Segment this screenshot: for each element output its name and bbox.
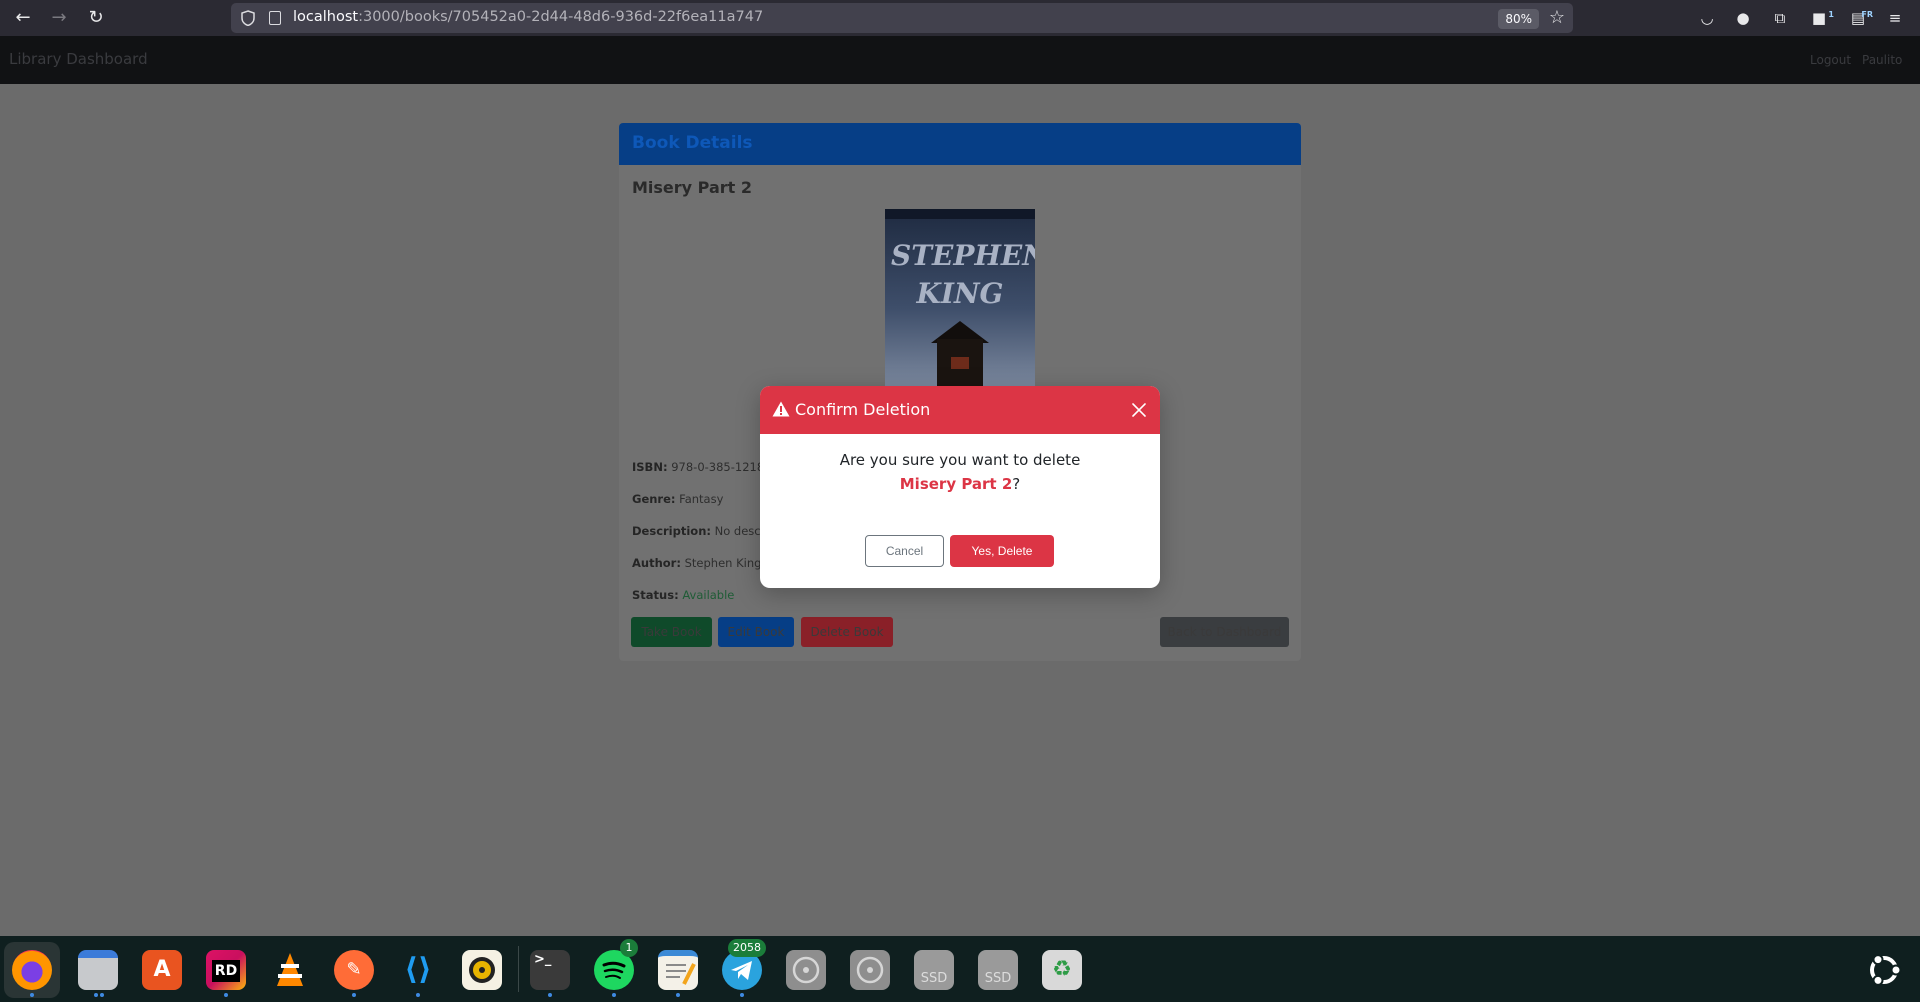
rider-icon: RD [206,950,246,990]
close-icon[interactable] [1130,401,1148,419]
cover-author-text: STEPHEN KING [891,239,1035,310]
browser-toolbar: ← → ↻ localhost:3000/books/705452a0-2d44… [0,0,1920,36]
warning-triangle-icon [772,401,790,417]
confirm-deletion-modal: Confirm Deletion Are you sure you want t… [760,386,1160,588]
dock-item-trash[interactable]: ♻ [1034,942,1090,998]
detail-isbn: ISBN: 978-0-385-1218 [632,460,765,474]
dock-item-disc[interactable] [778,942,834,998]
dock-item-telegram[interactable]: 2058 [714,939,770,998]
text-editor-icon [658,950,698,990]
vscode-icon: ⟨⟩ [404,952,432,987]
ssd-drive-icon-2: SSD [978,950,1018,990]
dock-item-disc-2[interactable] [842,942,898,998]
postman-icon: ✎ [334,950,374,990]
app-navbar: Library Dashboard Logout Paulito [0,36,1920,84]
confirm-question: Are you sure you want to delete [839,451,1081,469]
tracking-shield-icon[interactable] [241,10,255,26]
dock-item-ssd[interactable]: SSD [906,942,962,998]
confirm-delete-button[interactable]: Yes, Delete [950,535,1054,567]
translate-icon[interactable]: ▤ FR [1847,7,1873,29]
detail-genre: Genre: Fantasy [632,492,724,506]
dock-item-vlc[interactable] [262,942,318,998]
dock-item-spotify[interactable]: 1 [586,939,642,998]
taskbar-dock: A RD ✎ ⟨⟩ >_ 1 2058 SSD SSD ♻ [0,936,1920,1002]
page-info-icon[interactable] [269,11,281,25]
modal-header: Confirm Deletion [760,386,1160,434]
terminal-icon: >_ [530,950,570,990]
book-title: Misery Part 2 [632,178,753,197]
disc-icon [786,950,826,990]
dock-item-firefox[interactable] [4,942,60,998]
rhythmbox-icon [462,950,502,990]
take-book-button[interactable]: Take Book [631,617,712,647]
profile-icon[interactable]: ● [1732,7,1754,29]
cancel-button[interactable]: Cancel [865,535,944,567]
files-icon [78,950,118,990]
detail-status: Status: Available [632,588,735,602]
dock-item-files[interactable] [70,942,126,998]
target-book-name: Misery Part 2 [899,475,1013,493]
address-bar[interactable]: localhost:3000/books/705452a0-2d44-48d6-… [231,3,1573,33]
dock-item-show-apps[interactable] [1856,942,1912,998]
detail-description: Description: No descr [632,524,766,538]
dock-item-rider[interactable]: RD [198,942,254,998]
firefox-icon [12,950,52,990]
menu-hamburger-icon[interactable]: ≡ [1884,7,1906,29]
disc-icon-2 [850,950,890,990]
dock-item-terminal[interactable]: >_ [522,942,578,998]
dock-item-rhythmbox[interactable] [454,942,510,998]
app-brand[interactable]: Library Dashboard [9,50,148,68]
zoom-level-badge[interactable]: 80% [1498,9,1539,29]
dock-item-app-center[interactable]: A [134,942,190,998]
spotify-badge: 1 [620,939,638,957]
detail-author: Author: Stephen King [632,556,762,570]
book-cover-image: STEPHEN KING [885,209,1035,389]
ubuntu-apps-icon [1864,950,1904,990]
dock-item-vscode[interactable]: ⟨⟩ [390,942,446,998]
back-to-dashboard-button[interactable]: Back to Dashboard [1160,617,1289,647]
card-header-title: Book Details [632,133,753,153]
pocket-icon[interactable]: ◡ [1696,7,1718,29]
url-text[interactable]: localhost:3000/books/705452a0-2d44-48d6-… [293,9,763,25]
modal-title: Confirm Deletion [795,400,931,419]
extensions-icon[interactable]: ⧉ [1769,7,1791,29]
dock-item-ssd-2[interactable]: SSD [970,942,1026,998]
ssd-drive-icon: SSD [914,950,954,990]
user-name-link[interactable]: Paulito [1862,53,1902,67]
extension-badge-icon[interactable]: ■ 1 [1808,7,1834,29]
forward-arrow-icon[interactable]: → [47,6,71,30]
trash-icon: ♻ [1042,950,1082,990]
back-arrow-icon[interactable]: ← [11,6,35,30]
app-center-icon: A [142,950,182,990]
dock-item-postman[interactable]: ✎ [326,942,382,998]
confirm-target-line: Misery Part 2? [899,475,1021,493]
delete-book-button[interactable]: Delete Book [801,617,893,647]
vlc-icon [270,950,310,990]
modal-message: Are you sure you want to delete Misery P… [760,448,1160,496]
bookmark-star-icon[interactable]: ☆ [1549,7,1565,28]
edit-book-button[interactable]: Edit Book [718,617,794,647]
logout-link[interactable]: Logout [1810,53,1851,67]
telegram-badge: 2058 [728,939,766,957]
dock-item-text-editor[interactable] [650,942,706,998]
card-header: Book Details [619,123,1301,165]
reload-icon[interactable]: ↻ [84,6,108,30]
